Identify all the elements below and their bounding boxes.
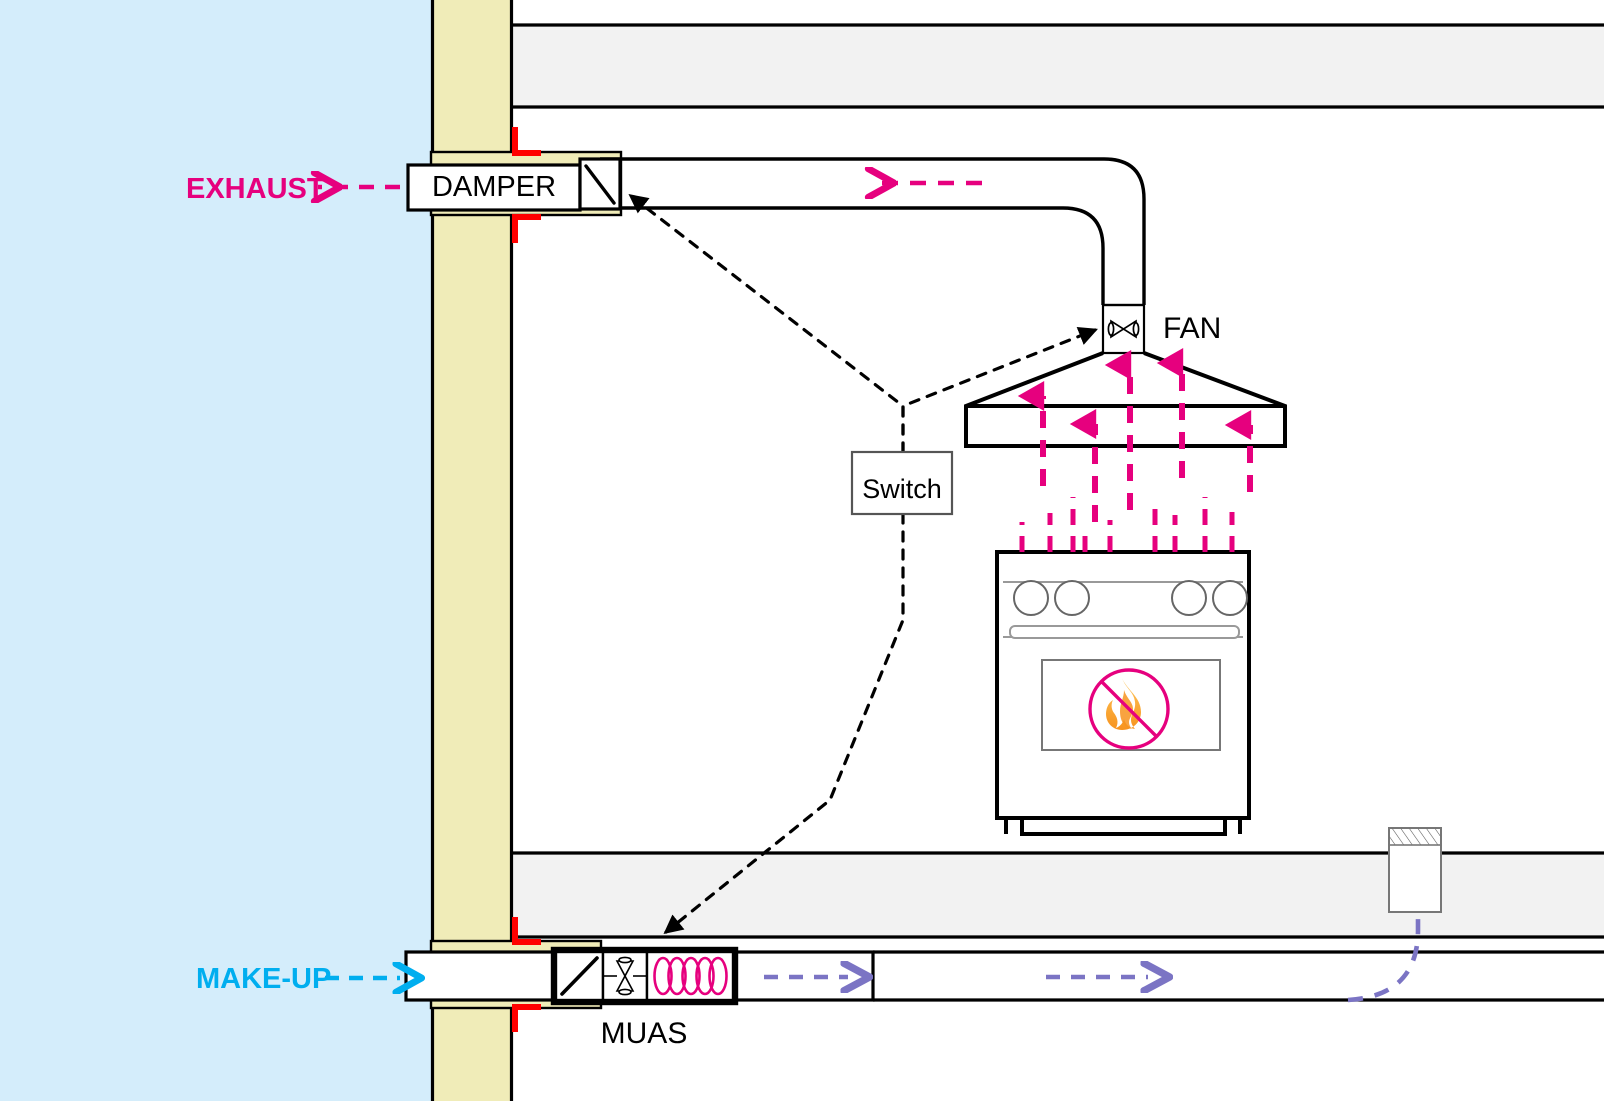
fan-label: FAN [1163, 312, 1221, 345]
switch-label: Switch [862, 474, 942, 504]
muas-damper-icon [556, 952, 603, 1000]
building-shell [0, 0, 1604, 1101]
ceiling-assembly [513, 25, 1604, 107]
interlock-switch[interactable]: Switch [852, 452, 952, 514]
backdraft-damper[interactable]: DAMPER [408, 159, 620, 210]
outdoors-region [0, 0, 431, 1101]
cooking-range [997, 552, 1249, 834]
muas-fan-icon [603, 952, 647, 1000]
burner-knob [1172, 581, 1206, 615]
damper-label: DAMPER [432, 171, 556, 203]
exhaust-label: EXHAUST [186, 173, 325, 205]
floor-supply-register [1389, 828, 1441, 912]
kitchen-exhaust-makeup-air-diagram: DAMPER FAN [0, 0, 1604, 1101]
burner-knob [1213, 581, 1247, 615]
muas-heating-coil-icon [647, 952, 733, 1000]
makeup-label: MAKE-UP [196, 963, 331, 995]
diagram-canvas: DAMPER FAN [0, 0, 1604, 1101]
oven-handle[interactable] [1010, 626, 1239, 638]
muas-label: MUAS [601, 1017, 688, 1050]
burner-knob [1055, 581, 1089, 615]
burner-knob [1014, 581, 1048, 615]
grille-hatch-icon [1389, 828, 1441, 845]
